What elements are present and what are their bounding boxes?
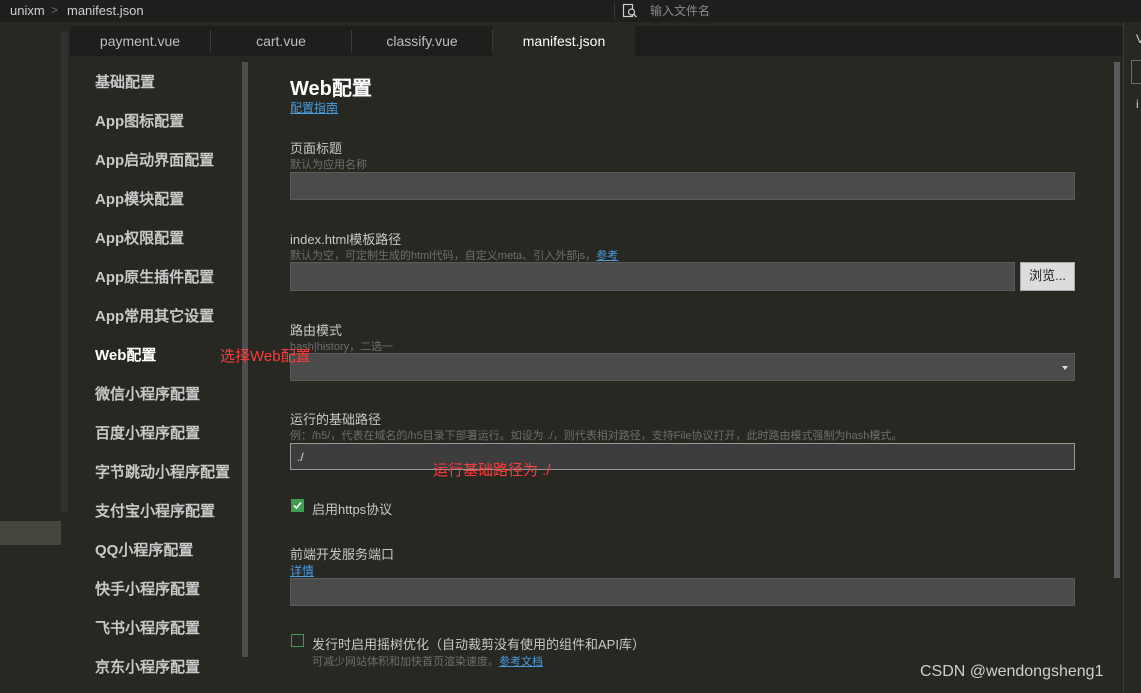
breadcrumb-separator: > bbox=[51, 3, 59, 17]
nav-item-feishu-mp[interactable]: 飞书小程序配置 bbox=[95, 617, 200, 638]
dev-port-input[interactable] bbox=[290, 578, 1075, 606]
file-search bbox=[614, 0, 1141, 22]
nav-item-kuaishou-mp[interactable]: 快手小程序配置 bbox=[95, 578, 200, 599]
tab-payment-vue[interactable]: payment.vue bbox=[70, 26, 210, 56]
nav-item-basic[interactable]: 基础配置 bbox=[95, 71, 155, 92]
watermark: CSDN @wendongsheng1 bbox=[920, 663, 1104, 680]
nav-item-app-splash[interactable]: App启动界面配置 bbox=[95, 149, 214, 170]
browse-button[interactable]: 浏览... bbox=[1020, 262, 1075, 291]
right-panel-item: i bbox=[1136, 97, 1139, 111]
template-path-hint-text: 默认为空，可定制生成的html代码，自定义meta、引入外部js， bbox=[290, 250, 597, 262]
project-selected-row[interactable] bbox=[0, 521, 61, 545]
tab-manifest-json[interactable]: manifest.json bbox=[493, 26, 635, 56]
page-title-label: 页面标题 bbox=[290, 141, 343, 156]
page-title-hint: 默认为应用名称 bbox=[290, 159, 367, 171]
annotation-base-path: 运行基础路径为 ./ bbox=[433, 462, 551, 479]
router-mode-select[interactable] bbox=[290, 353, 1075, 381]
template-path-label: index.html模板路径 bbox=[290, 232, 402, 247]
breadcrumb-file[interactable]: manifest.json bbox=[67, 3, 144, 18]
router-mode-label: 路由模式 bbox=[290, 323, 343, 338]
page-title: Web配置 bbox=[290, 78, 372, 100]
right-side-panel: V i bbox=[1123, 22, 1141, 693]
web-config-panel: Web配置 配置指南 页面标题 默认为应用名称 index.html模板路径 默… bbox=[220, 56, 1123, 693]
tab-classify-vue[interactable]: classify.vue bbox=[352, 26, 492, 56]
project-panel-scrollbar[interactable] bbox=[61, 32, 68, 512]
nav-item-app-native-plugins[interactable]: App原生插件配置 bbox=[95, 266, 214, 287]
nav-item-app-icon[interactable]: App图标配置 bbox=[95, 110, 184, 131]
file-search-icon[interactable] bbox=[622, 3, 638, 19]
tree-shaking-label[interactable]: 发行时启用摇树优化（自动裁剪没有使用的组件和API库） bbox=[312, 634, 645, 653]
nav-item-bytedance-mp[interactable]: 字节跳动小程序配置 bbox=[95, 461, 230, 482]
checkmark-icon bbox=[293, 501, 302, 510]
tab-cart-vue[interactable]: cart.vue bbox=[211, 26, 351, 56]
https-checkbox[interactable] bbox=[291, 499, 304, 512]
nav-item-qq-mp[interactable]: QQ小程序配置 bbox=[95, 539, 193, 560]
breadcrumb-project[interactable]: unixm bbox=[10, 3, 45, 18]
nav-item-app-permissions[interactable]: App权限配置 bbox=[95, 227, 184, 248]
chevron-down-icon bbox=[1062, 366, 1068, 370]
nav-item-app-modules[interactable]: App模块配置 bbox=[95, 188, 184, 209]
base-path-label: 运行的基础路径 bbox=[290, 412, 382, 427]
right-panel-header: V bbox=[1136, 32, 1141, 46]
dev-port-label: 前端开发服务端口 bbox=[290, 547, 395, 562]
tree-shaking-checkbox[interactable] bbox=[291, 634, 304, 647]
nav-item-jd-mp[interactable]: 京东小程序配置 bbox=[95, 656, 200, 677]
editor-tab-bar: payment.vue cart.vue classify.vue manife… bbox=[70, 26, 1123, 56]
template-path-input[interactable] bbox=[290, 262, 1015, 291]
dev-port-details-link[interactable]: 详情 bbox=[290, 562, 314, 579]
template-reference-link[interactable]: 参考 bbox=[596, 250, 618, 262]
settings-nav: 基础配置 App图标配置 App启动界面配置 App模块配置 App权限配置 A… bbox=[70, 56, 250, 693]
base-path-hint: 例：/h5/，代表在域名的/h5目录下部署运行。如设为 ./，则代表相对路径，支… bbox=[290, 430, 903, 442]
title-bar: unixm > manifest.json bbox=[0, 0, 1141, 22]
page-title-input[interactable] bbox=[290, 172, 1075, 200]
tree-shaking-hint-text: 可减少网站体积和加快首页渲染速度。 bbox=[312, 656, 499, 668]
nav-item-web[interactable]: Web配置 bbox=[95, 344, 156, 365]
right-panel-input[interactable] bbox=[1131, 60, 1141, 84]
nav-item-app-other[interactable]: App常用其它设置 bbox=[95, 305, 214, 326]
divider bbox=[614, 3, 615, 19]
project-panel bbox=[0, 22, 70, 693]
nav-item-wechat-mp[interactable]: 微信小程序配置 bbox=[95, 383, 200, 404]
nav-item-alipay-mp[interactable]: 支付宝小程序配置 bbox=[95, 500, 215, 521]
annotation-select-web: 选择Web配置 bbox=[220, 348, 311, 365]
file-search-input[interactable] bbox=[650, 2, 950, 20]
template-path-hint: 默认为空，可定制生成的html代码，自定义meta、引入外部js，参考 bbox=[290, 247, 618, 263]
tree-shaking-hint: 可减少网站体积和加快首页渲染速度。参考文档 bbox=[312, 653, 543, 669]
tree-shaking-docs-link[interactable]: 参考文档 bbox=[499, 656, 543, 668]
base-path-input[interactable] bbox=[290, 443, 1075, 470]
config-guide-link[interactable]: 配置指南 bbox=[290, 99, 338, 116]
https-label[interactable]: 启用https协议 bbox=[312, 499, 392, 518]
nav-item-baidu-mp[interactable]: 百度小程序配置 bbox=[95, 422, 200, 443]
content-scrollbar[interactable] bbox=[1114, 62, 1120, 578]
